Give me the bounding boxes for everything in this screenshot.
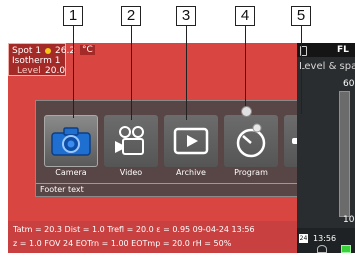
panel-title: Level & span <box>299 61 355 72</box>
program-icon <box>236 123 266 158</box>
video-icon <box>115 126 144 155</box>
callout-4: 4 <box>235 6 255 26</box>
spot-label: Spot 1 <box>12 46 42 56</box>
menu-footer-text: Footer text <box>40 185 84 194</box>
callout-3-leader <box>186 26 187 120</box>
clock-time: 13:56 <box>313 234 337 243</box>
isotherm-label: Isotherm 1 <box>12 56 61 66</box>
temperature-scale-bar[interactable] <box>339 91 350 217</box>
menu-item-archive[interactable] <box>164 115 218 167</box>
menu-item-camera[interactable] <box>44 115 98 167</box>
menu-item-program[interactable] <box>224 115 278 167</box>
spot-marker-icon <box>45 48 51 54</box>
callout-4-leader <box>245 26 246 108</box>
menu-label-video: Video <box>119 168 143 177</box>
callout-5-leader <box>301 26 302 114</box>
menu-item-video[interactable] <box>104 115 158 167</box>
camera-icon <box>51 127 91 156</box>
scale-top-value: 60 <box>343 79 355 89</box>
callout-3: 3 <box>176 6 196 26</box>
callout-2-leader <box>131 26 132 120</box>
scale-bottom-value: 10 <box>343 215 355 225</box>
level-value: 20.0 <box>45 66 66 76</box>
brand-logo: FL <box>337 45 349 55</box>
thermal-image-view: Spot 1 26.2 Isotherm 1 Level 20.0 °C Cam… <box>8 43 355 253</box>
status-badge: 24 <box>299 234 308 243</box>
archive-icon <box>173 127 209 155</box>
battery-icon <box>341 245 351 253</box>
wifi-icon <box>317 245 327 253</box>
level-label: Level <box>17 66 41 76</box>
spot-unit: °C <box>80 45 95 55</box>
right-panel: FL Level & span 60 10 24 13:56 <box>297 43 355 253</box>
program-marker-dot <box>241 106 252 117</box>
callout-5: 5 <box>291 6 311 26</box>
menu-label-archive: Archive <box>176 168 206 177</box>
screenshot: Spot 1 26.2 Isotherm 1 Level 20.0 °C Cam… <box>0 0 355 261</box>
menu-label-camera: Camera <box>55 168 87 177</box>
menu-label-program: Program <box>234 168 268 177</box>
measurement-overlay: Spot 1 26.2 Isotherm 1 Level 20.0 <box>8 43 75 76</box>
callout-1: 1 <box>63 6 83 26</box>
callout-2: 2 <box>121 6 141 26</box>
camera-screen: Spot 1 26.2 Isotherm 1 Level 20.0 °C Cam… <box>8 43 355 253</box>
callout-1-leader <box>73 26 74 118</box>
parameter-bar: Tatm = 20.3 Dist = 1.0 Trefl = 20.0 ε = … <box>8 221 297 253</box>
parameter-line-2: z = 1.0 FOV 24 EOTrn = 1.00 EOTmp = 20.0… <box>13 239 232 248</box>
parameter-line-1: Tatm = 20.3 Dist = 1.0 Trefl = 20.0 ε = … <box>13 225 255 234</box>
